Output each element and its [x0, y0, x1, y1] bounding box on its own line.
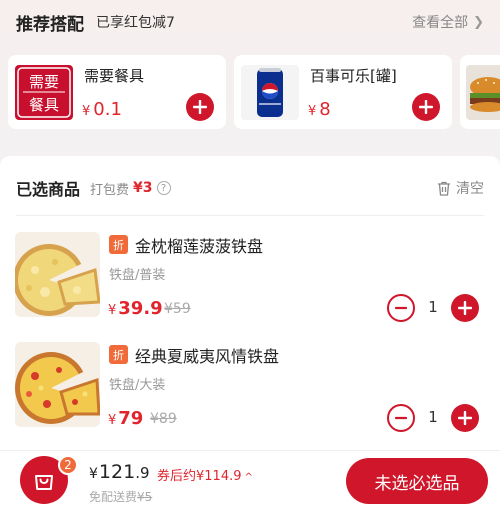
recommend-subtitle: 已享红包减7 — [96, 15, 175, 31]
currency-symbol: ¥ — [89, 466, 98, 482]
total-price: ¥121.9 — [89, 461, 150, 483]
help-icon[interactable]: ? — [156, 181, 171, 195]
cart-item: 折 金枕榴莲菠菠铁盘 铁盘/普装 ¥39.9 ¥59 1 — [0, 230, 500, 326]
delivery-fee: 免配送费¥5 — [89, 488, 152, 505]
total-decimal: .9 — [135, 464, 150, 482]
currency-symbol: ¥ — [108, 303, 117, 318]
view-all-link[interactable]: 查看全部 ❯ — [412, 12, 484, 32]
item-name: 经典夏威夷风情铁盘 — [135, 347, 280, 366]
selected-header: 已选商品 打包费 ¥3 ? 清空 — [16, 176, 484, 200]
recommend-item-name: 百事可乐[罐] — [310, 67, 397, 85]
price-value: 8 — [319, 99, 331, 120]
discount-badge: 折 — [109, 235, 128, 254]
recommend-item-price: ¥8 — [308, 99, 331, 120]
delivery-original-fee: ¥5 — [137, 490, 153, 504]
plus-icon — [419, 100, 433, 114]
original-price: ¥59 — [164, 301, 191, 317]
checkout-button[interactable]: 未选必选品 — [346, 458, 488, 504]
decrease-quantity-button[interactable] — [387, 294, 415, 322]
original-price: ¥89 — [150, 411, 177, 427]
add-tableware-button[interactable] — [186, 93, 214, 121]
price-value: 39.9 — [118, 298, 163, 319]
selected-title: 已选商品 — [16, 180, 81, 199]
packing-fee-value: ¥3 — [133, 180, 153, 196]
recommend-section: 推荐搭配 已享红包减7 查看全部 ❯ 需要 餐具 需要餐具 ¥0.1 百事可乐[… — [0, 0, 500, 142]
plus-icon — [193, 100, 207, 114]
total-integer: 121 — [98, 461, 136, 483]
recommend-item-price: ¥0.1 — [82, 99, 122, 120]
item-spec: 铁盘/大装 — [109, 378, 166, 393]
tableware-image: 需要 餐具 — [15, 65, 73, 120]
durian-pizza-image[interactable] — [15, 232, 100, 317]
delivery-label: 免配送费 — [89, 490, 138, 504]
minus-icon — [395, 416, 407, 420]
view-all-label: 查看全部 — [412, 15, 469, 31]
trash-icon — [438, 181, 450, 196]
recommend-header: 推荐搭配 已享红包减7 查看全部 ❯ — [16, 10, 484, 35]
recommend-title: 推荐搭配 — [16, 14, 84, 35]
recommend-card-pepsi[interactable]: 百事可乐[罐] ¥8 — [234, 55, 452, 129]
minus-icon — [395, 306, 407, 310]
pepsi-can-image — [241, 65, 299, 120]
divider — [16, 215, 484, 216]
cart-count-badge: 2 — [58, 455, 78, 475]
clear-label: 清空 — [456, 181, 484, 197]
currency-symbol: ¥ — [108, 413, 117, 428]
tableware-image-text-1: 需要 — [29, 73, 59, 91]
tableware-image-text-2: 餐具 — [29, 96, 59, 114]
increase-quantity-button[interactable] — [451, 294, 479, 322]
chevron-up-icon: ^ — [244, 472, 253, 483]
price-value: 79 — [118, 408, 144, 429]
quantity-value: 1 — [428, 298, 438, 316]
item-price: ¥79 — [108, 408, 143, 429]
shopping-bag-icon — [35, 475, 53, 490]
item-price: ¥39.9 — [108, 298, 163, 319]
checkout-bar: 2 ¥121.9 券后约¥114.9 ^ 免配送费¥5 未选必选品 — [0, 450, 500, 508]
selected-goods-panel: 已选商品 打包费 ¥3 ? 清空 折 金枕榴莲菠菠铁盘 铁盘/普装 ¥ 39.9… — [0, 156, 500, 452]
hawaiian-pizza-image[interactable] — [15, 342, 100, 427]
decrease-quantity-button[interactable] — [387, 404, 415, 432]
currency-symbol: ¥ — [82, 104, 91, 119]
add-pepsi-button[interactable] — [412, 93, 440, 121]
price-value: 0.1 — [93, 99, 122, 120]
item-spec: 铁盘/普装 — [109, 268, 166, 283]
coupon-price: 券后约¥114.9 — [157, 469, 242, 484]
packing-fee-label: 打包费 — [90, 182, 130, 198]
chevron-right-icon: ❯ — [473, 14, 484, 30]
plus-icon — [458, 301, 472, 315]
cart-item: 折 经典夏威夷风情铁盘 铁盘/大装 ¥79 ¥89 1 — [0, 340, 500, 436]
discount-badge: 折 — [109, 345, 128, 364]
quantity-value: 1 — [428, 408, 438, 426]
coupon-price-toggle[interactable]: 券后约¥114.9 ^ — [157, 465, 253, 484]
item-name: 金枕榴莲菠菠铁盘 — [135, 237, 264, 256]
recommend-card-tableware[interactable]: 需要 餐具 需要餐具 ¥0.1 — [8, 55, 226, 129]
recommend-item-name: 需要餐具 — [84, 67, 145, 85]
recommend-card-partial[interactable] — [460, 55, 500, 129]
increase-quantity-button[interactable] — [451, 404, 479, 432]
clear-cart-button[interactable]: 清空 — [437, 178, 484, 198]
burger-image — [466, 65, 500, 120]
currency-symbol: ¥ — [308, 104, 317, 119]
plus-icon — [458, 411, 472, 425]
